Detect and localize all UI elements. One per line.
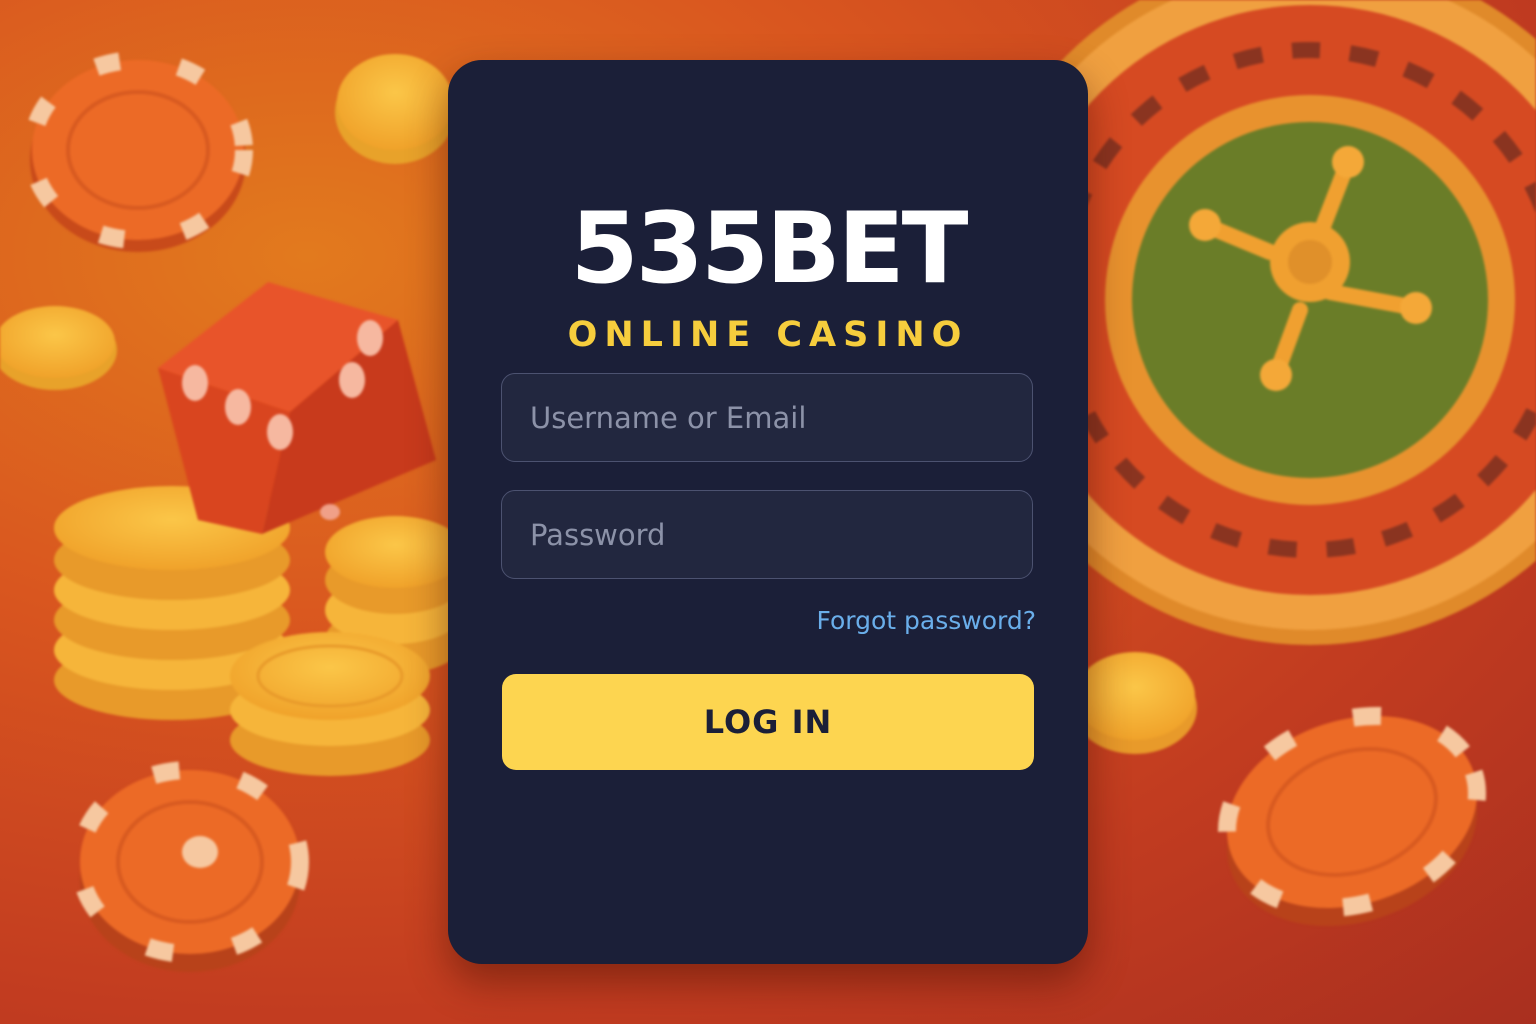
brand-tagline: ONLINE CASINO (567, 315, 969, 355)
login-button[interactable]: LOG IN (502, 674, 1034, 770)
gold-coin-icon (335, 54, 455, 164)
password-field (501, 490, 1033, 579)
password-input[interactable] (502, 491, 1032, 578)
casino-chip-icon (71, 761, 309, 972)
casino-chip-icon (23, 51, 253, 252)
gold-coin-icon (0, 306, 117, 390)
username-input[interactable] (502, 374, 1032, 461)
casino-chip-icon (1217, 706, 1487, 927)
gold-coin-icon (1073, 652, 1197, 754)
username-field (501, 373, 1033, 462)
forgot-password-link[interactable]: Forgot password? (817, 606, 1037, 635)
dice-icon (158, 282, 436, 534)
brand-logo: 535BET (570, 192, 968, 306)
gold-coin-icon (230, 632, 430, 776)
login-card: 535BET ONLINE CASINO Forgot password? LO… (448, 60, 1088, 964)
